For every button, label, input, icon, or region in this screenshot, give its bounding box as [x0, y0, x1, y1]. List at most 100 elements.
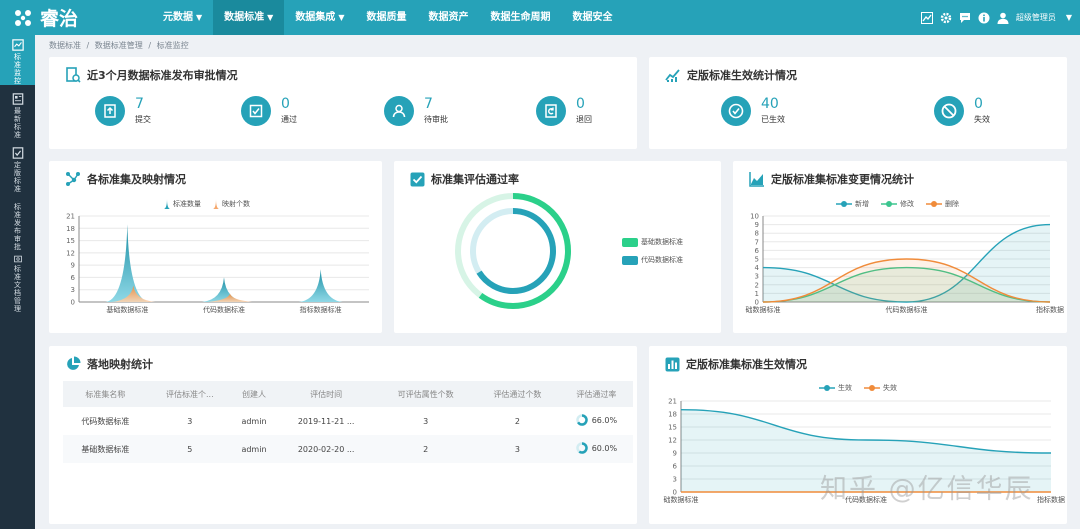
gear-icon[interactable]: [940, 12, 952, 24]
stat-label: 退回: [576, 115, 592, 124]
stat-value: 0: [576, 96, 585, 112]
nav-metadata[interactable]: 元数据 ▼: [152, 0, 213, 35]
sidebar-item-label: 定版标准: [14, 161, 21, 193]
nav-label: 数据标准: [224, 12, 265, 23]
sidebar-item-approval[interactable]: 标准发布审批: [0, 197, 35, 251]
stat-submitted[interactable]: 7 提交: [95, 96, 151, 126]
stat-label: 通过: [281, 115, 297, 124]
bar-peak: [202, 277, 246, 302]
stat-invalid[interactable]: 0 失效: [934, 96, 990, 126]
column-header[interactable]: 评估时间: [276, 381, 377, 407]
table-row: 基础数据标准 5 admin 2020-02-20 ... 2 3 60.0%: [63, 435, 633, 463]
message-icon[interactable]: [959, 12, 971, 24]
caret-down-icon[interactable]: ▼: [1066, 13, 1072, 22]
legend-item[interactable]: 生效: [819, 383, 852, 393]
doc-search-icon: [66, 67, 81, 83]
stat-pending[interactable]: 7 待审批: [384, 96, 448, 126]
legend-item[interactable]: 基础数据标准: [622, 237, 683, 247]
column-header[interactable]: 评估标准个...: [147, 381, 232, 407]
column-header[interactable]: 标准集名称: [63, 381, 148, 407]
panel-title-text: 定版标准集标准生效情况: [686, 358, 807, 371]
y-tick-label: 9: [755, 221, 759, 229]
bar-peak: [111, 285, 156, 302]
standard-set-link[interactable]: 代码数据标准: [63, 407, 148, 435]
stat-label: 失效: [974, 115, 990, 124]
panel-title-text: 落地映射统计: [87, 358, 153, 371]
nav-data-lifecycle[interactable]: 数据生命周期: [479, 0, 561, 35]
legend-item[interactable]: 失效: [864, 383, 897, 393]
nav-data-standard[interactable]: 数据标准 ▼: [213, 0, 285, 35]
table-header-row: 标准集名称 评估标准个... 创建人 评估时间 可评估属性个数 评估通过个数 评…: [63, 381, 633, 407]
app-logo[interactable]: 睿治: [12, 5, 78, 30]
panel-title-text: 近3个月数据标准发布审批情况: [87, 69, 238, 82]
nav-label: 数据质量: [366, 12, 407, 23]
legend-swatch: [164, 199, 170, 209]
user-name[interactable]: 超级管理员: [1016, 12, 1056, 23]
legend-item[interactable]: 删除: [926, 199, 959, 209]
stat-value: 0: [974, 96, 983, 112]
sidebar-item-latest[interactable]: 最新标准: [0, 89, 35, 139]
app-name: 睿治: [40, 8, 79, 30]
legend-swatch: [622, 255, 638, 265]
y-tick-label: 21: [668, 398, 677, 406]
legend-swatch: [926, 201, 942, 207]
panel-title: 定版标准集标准变更情况统计: [749, 171, 914, 187]
column-header[interactable]: 可评估属性个数: [376, 381, 476, 407]
rate-value: 66.0%: [591, 415, 618, 425]
table-row: 代码数据标准 3 admin 2019-11-21 ... 3 2 66.0%: [63, 407, 633, 435]
stat-returned[interactable]: 0 退回: [536, 96, 592, 126]
approval-panel: 近3个月数据标准发布审批情况 7 提交 0 通过 7 待审批 0 退回: [49, 57, 637, 149]
panel-title: 落地映射统计: [65, 356, 153, 372]
y-tick-label: 15: [66, 237, 75, 245]
stat-label: 已生效: [761, 115, 785, 124]
y-tick-label: 6: [71, 274, 76, 282]
logo-icon: [15, 9, 31, 26]
stat-label: 待审批: [424, 115, 448, 124]
stat-effective[interactable]: 40 已生效: [721, 96, 785, 126]
chart-icon[interactable]: [920, 11, 933, 24]
series-area: [763, 224, 1050, 302]
y-tick-label: 3: [71, 286, 75, 294]
stat-value: 7: [424, 96, 433, 112]
sidebar-item-final[interactable]: 定版标准: [0, 143, 35, 193]
rate-value: 60.0%: [591, 443, 618, 453]
sidebar-item-monitor[interactable]: 标准监控: [0, 35, 35, 85]
chart-legend: 生效 失效: [819, 383, 897, 393]
column-header[interactable]: 评估通过个数: [475, 381, 560, 407]
sidebar-item-documents[interactable]: 标准文档管理: [0, 251, 35, 313]
table-cell: 66.0%: [560, 407, 633, 435]
chart-legend: 标准数量 映射个数: [164, 199, 250, 209]
x-tick-label: 代码数据标准: [886, 305, 928, 314]
nav-data-quality[interactable]: 数据质量: [355, 0, 417, 35]
info-icon[interactable]: [978, 12, 990, 24]
series-area: [763, 267, 1050, 302]
breadcrumb-item[interactable]: 数据标准管理: [95, 41, 143, 50]
sidebar-item-label: 标准文档管理: [14, 265, 21, 313]
legend-item[interactable]: 代码数据标准: [622, 255, 683, 265]
legend-label: 修改: [900, 200, 914, 208]
table-cell: 2020-02-20 ...: [276, 435, 377, 463]
breadcrumb: 数据标准 / 数据标准管理 / 标准监控: [49, 40, 192, 51]
user-icon[interactable]: [997, 12, 1009, 24]
landing-panel: 落地映射统计 标准集名称 评估标准个... 创建人 评估时间 可评估属性个数 评…: [49, 346, 637, 524]
legend-item[interactable]: 新增: [836, 199, 869, 209]
legend-item[interactable]: 修改: [881, 199, 914, 209]
nav-data-security[interactable]: 数据安全: [561, 0, 623, 35]
caret-down-icon: ▼: [338, 13, 345, 22]
column-header[interactable]: 评估通过率: [559, 381, 633, 407]
breadcrumb-item: 标准监控: [156, 41, 189, 50]
y-tick-label: 0: [673, 489, 677, 497]
column-header[interactable]: 创建人: [231, 381, 277, 407]
nav-data-integration[interactable]: 数据集成 ▼: [284, 0, 355, 35]
legend-item[interactable]: 标准数量: [164, 199, 201, 209]
standard-set-link[interactable]: 基础数据标准: [63, 435, 148, 463]
legend-swatch: [881, 201, 897, 207]
stat-label: 提交: [135, 115, 151, 124]
breadcrumb-item[interactable]: 数据标准: [49, 41, 81, 50]
stat-passed[interactable]: 0 通过: [241, 96, 297, 126]
stat-value: 7: [135, 96, 144, 112]
legend-item[interactable]: 映射个数: [213, 199, 250, 209]
check-document-icon: [12, 147, 23, 159]
nav-data-assets[interactable]: 数据资产: [417, 0, 479, 35]
person-icon: [384, 96, 414, 126]
